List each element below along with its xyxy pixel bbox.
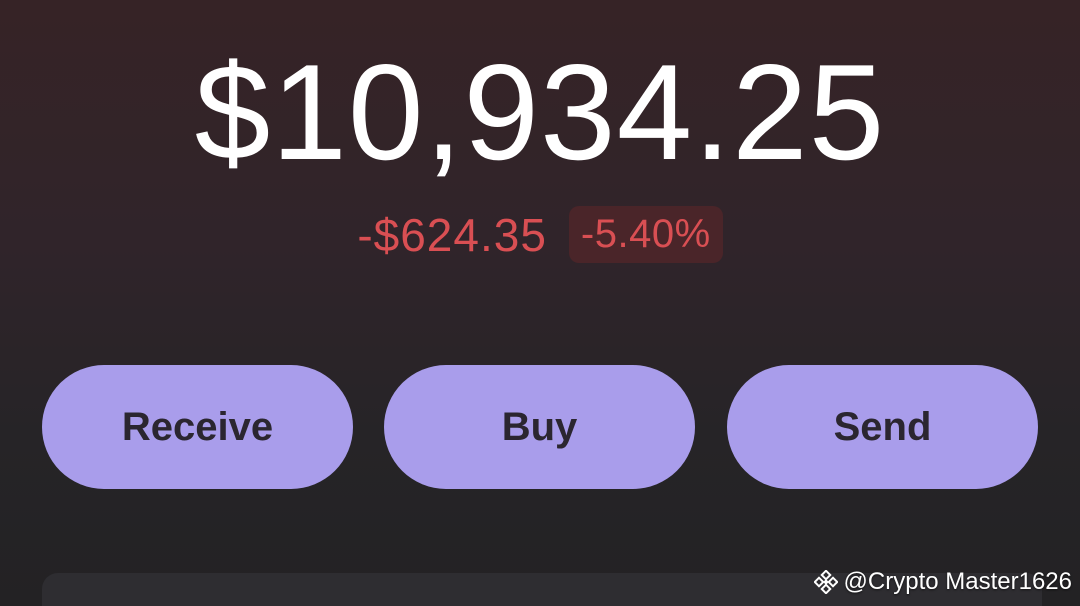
change-percent-badge: -5.40% (568, 206, 723, 263)
binance-logo-icon (813, 570, 838, 594)
send-button[interactable]: Send (727, 365, 1038, 489)
receive-button[interactable]: Receive (42, 365, 353, 489)
watermark-text: @Crypto Master1626 (843, 568, 1072, 595)
change-amount: -$624.35 (357, 208, 547, 261)
total-balance: $10,934.25 (194, 36, 886, 188)
buy-button[interactable]: Buy (384, 365, 695, 489)
watermark: @Crypto Master1626 (813, 568, 1072, 596)
balance-change-row: -$624.35 -5.40% (0, 206, 1080, 263)
